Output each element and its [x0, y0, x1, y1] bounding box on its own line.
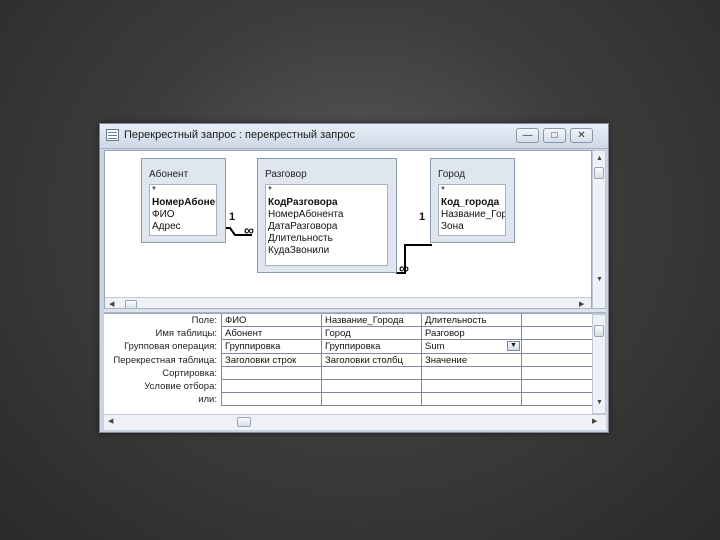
- field-adres[interactable]: Адрес: [150, 221, 216, 233]
- grid-cell[interactable]: [422, 367, 522, 380]
- minimize-button[interactable]: —: [516, 128, 539, 143]
- grid-cell[interactable]: Название_Города: [322, 314, 422, 328]
- grid-horizontal-scrollbar[interactable]: ◀ ▶: [104, 414, 606, 430]
- grid-cell[interactable]: Группировка: [222, 340, 322, 354]
- grid-cell[interactable]: [522, 380, 592, 394]
- scroll-up-icon[interactable]: ▲: [596, 155, 603, 163]
- row-label-total: Групповая операция:: [124, 341, 217, 353]
- total-combo-value: Sum: [425, 341, 445, 353]
- grid-cell[interactable]: [522, 314, 592, 328]
- query-grid: Поле: Имя таблицы: Групповая операция: П…: [104, 314, 592, 414]
- table-abonent[interactable]: Абонент * НомерАбонент ФИО Адрес: [141, 158, 226, 243]
- grid-column-4: [521, 314, 592, 407]
- table-gorod[interactable]: Город * Код_города Название_Горо Зона: [430, 158, 515, 243]
- grid-cell[interactable]: [522, 393, 592, 407]
- field-fio[interactable]: ФИО: [150, 209, 216, 221]
- grid-cell[interactable]: Группировка: [322, 340, 422, 354]
- scroll-down-icon[interactable]: ▼: [596, 276, 603, 284]
- field-list: * Код_города Название_Горо Зона: [438, 184, 506, 236]
- grid-cell[interactable]: [222, 393, 322, 407]
- grid-cell[interactable]: [422, 380, 522, 394]
- window-title: Перекрестный запрос : перекрестный запро…: [124, 129, 355, 141]
- field-nomer-abonent[interactable]: НомерАбонент: [150, 197, 216, 209]
- scroll-thumb[interactable]: [237, 417, 251, 427]
- grid-column-2: Название_Города Город Группировка Заголо…: [321, 314, 422, 407]
- close-button[interactable]: ✕: [570, 128, 593, 143]
- scroll-thumb[interactable]: [594, 167, 604, 179]
- field-nomer-abonenta[interactable]: НомерАбонента: [266, 209, 387, 221]
- grid-cell[interactable]: [522, 354, 592, 367]
- title-bar[interactable]: Перекрестный запрос : перекрестный запро…: [100, 124, 608, 149]
- field-all[interactable]: *: [150, 185, 216, 197]
- relation-many-label: ∞: [399, 260, 409, 276]
- table-title[interactable]: Разговор: [258, 159, 396, 184]
- scroll-right-icon[interactable]: ▶: [592, 418, 597, 426]
- scroll-left-icon[interactable]: ◀: [108, 418, 113, 426]
- grid-cell[interactable]: [222, 367, 322, 380]
- grid-cell[interactable]: Длительность: [422, 314, 522, 328]
- grid-cell[interactable]: [522, 367, 592, 380]
- grid-cell[interactable]: [522, 327, 592, 341]
- grid-vertical-scrollbar[interactable]: ▼: [592, 314, 606, 414]
- field-all[interactable]: *: [439, 185, 505, 197]
- table-razgovor[interactable]: Разговор * КодРазговора НомерАбонента Да…: [257, 158, 397, 273]
- upper-vertical-scrollbar[interactable]: ▲ ▼: [592, 150, 606, 314]
- grid-cell[interactable]: ФИО: [222, 314, 322, 328]
- table-design-pane: Абонент * НомерАбонент ФИО Адрес Разгово…: [104, 150, 592, 314]
- grid-cell[interactable]: Город: [322, 327, 422, 341]
- field-list: * НомерАбонент ФИО Адрес: [149, 184, 217, 236]
- grid-cell[interactable]: Значение: [422, 354, 522, 367]
- grid-cell[interactable]: [422, 393, 522, 407]
- relation-one-label: 1: [229, 211, 236, 223]
- table-title[interactable]: Абонент: [142, 159, 225, 184]
- pane-splitter[interactable]: [104, 308, 606, 313]
- grid-cell[interactable]: [322, 380, 422, 394]
- field-list: * КодРазговора НомерАбонента ДатаРазгово…: [265, 184, 388, 266]
- grid-cell[interactable]: Разговор: [422, 327, 522, 341]
- row-label-criteria: Условие отбора:: [144, 380, 217, 392]
- scroll-down-icon[interactable]: ▼: [596, 399, 603, 407]
- grid-column-1: ФИО Абонент Группировка Заголовки строк: [221, 314, 322, 407]
- field-dlitelnost[interactable]: Длительность: [266, 233, 387, 245]
- grid-column-3: Длительность Разговор Sum ▼ Значение: [421, 314, 522, 407]
- grid-cell[interactable]: [322, 367, 422, 380]
- row-label-or: или:: [198, 394, 217, 406]
- grid-cell[interactable]: [522, 340, 592, 354]
- grid-row-labels: Поле: Имя таблицы: Групповая операция: П…: [104, 314, 220, 406]
- total-combo[interactable]: Sum ▼: [422, 340, 522, 354]
- row-label-table: Имя таблицы:: [155, 328, 217, 340]
- row-label-field: Поле:: [191, 315, 217, 326]
- query-window: Перекрестный запрос : перекрестный запро…: [99, 123, 609, 433]
- field-nazvanie-goroda[interactable]: Название_Горо: [439, 209, 505, 221]
- field-zona[interactable]: Зона: [439, 221, 505, 233]
- grid-cell[interactable]: [222, 380, 322, 394]
- grid-cell[interactable]: [322, 393, 422, 407]
- scroll-thumb[interactable]: [594, 325, 604, 337]
- grid-cell[interactable]: Абонент: [222, 327, 322, 341]
- grid-cell[interactable]: Заголовки строк: [222, 354, 322, 367]
- row-label-sort: Сортировка:: [162, 367, 217, 379]
- relation-many-label: ∞: [244, 222, 254, 238]
- row-label-crosstab: Перекрестная таблица:: [113, 354, 217, 366]
- field-kod-razgovora[interactable]: КодРазговора: [266, 197, 387, 209]
- dropdown-arrow-icon[interactable]: ▼: [507, 341, 520, 352]
- query-icon: [106, 129, 119, 141]
- grid-cell[interactable]: Заголовки столбц: [322, 354, 422, 367]
- field-data-razgovora[interactable]: ДатаРазговора: [266, 221, 387, 233]
- maximize-button[interactable]: □: [543, 128, 566, 143]
- table-title[interactable]: Город: [431, 159, 514, 184]
- field-all[interactable]: *: [266, 185, 387, 197]
- field-kuda-zvonili[interactable]: КудаЗвонили: [266, 245, 387, 257]
- field-kod-goroda[interactable]: Код_города: [439, 197, 505, 209]
- relation-one-label: 1: [419, 211, 426, 223]
